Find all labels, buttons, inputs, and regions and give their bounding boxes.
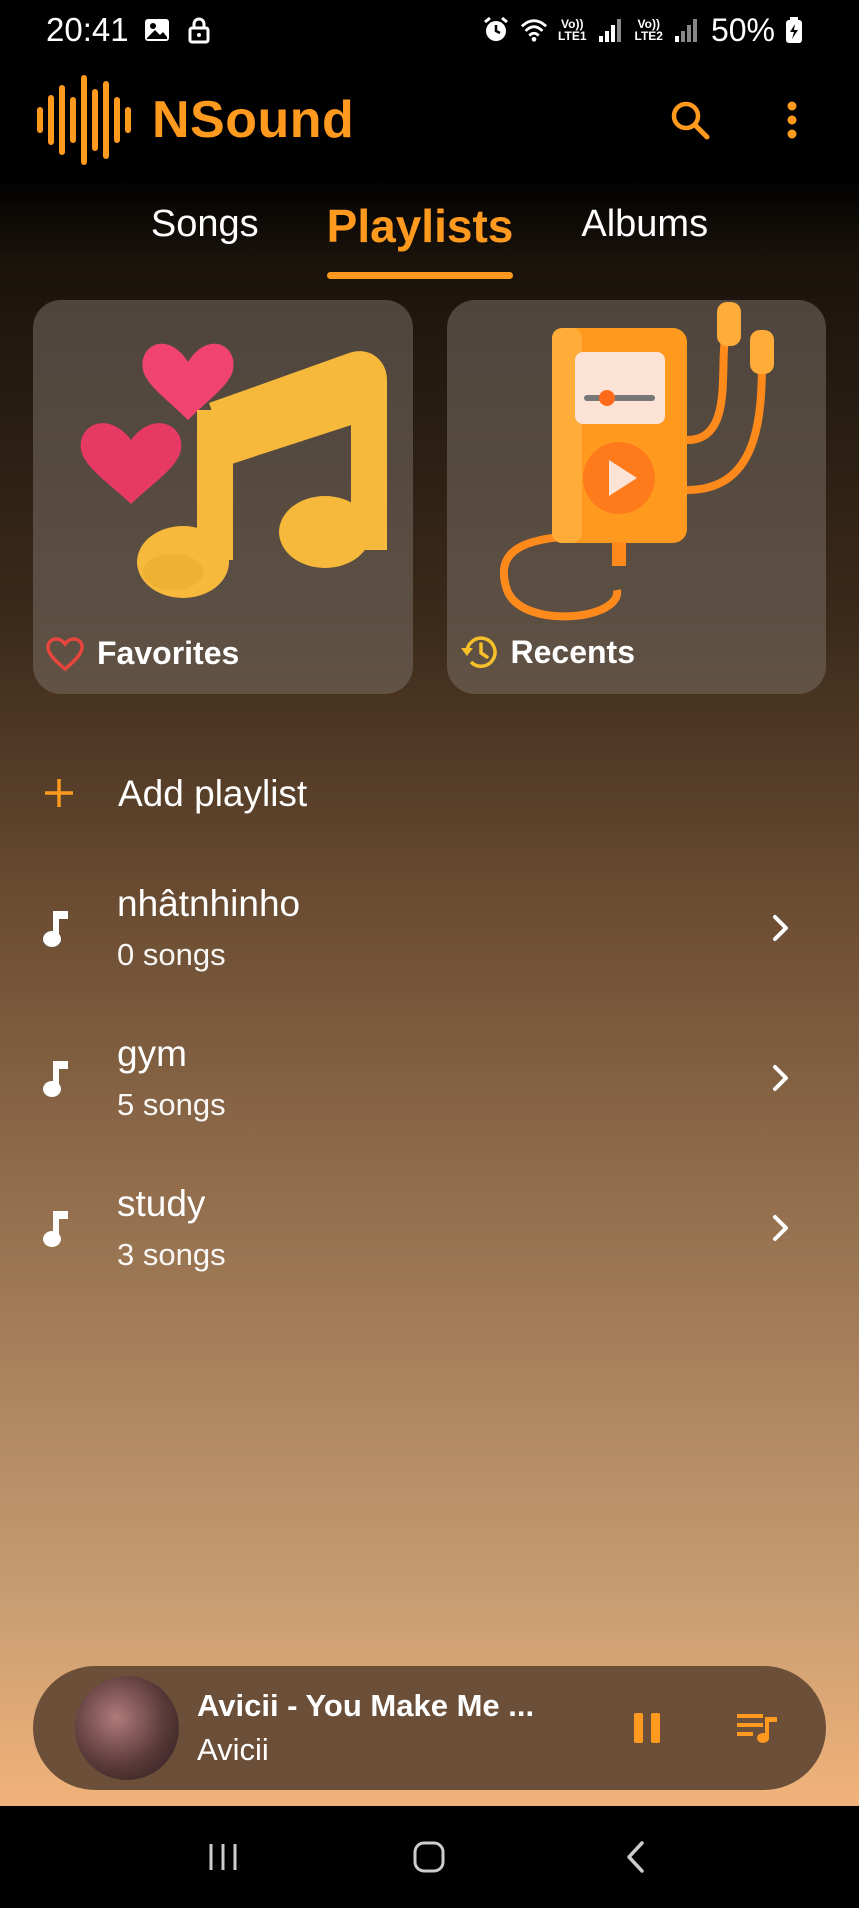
tab-albums[interactable]: Albums bbox=[581, 185, 708, 281]
wifi-icon bbox=[520, 16, 548, 44]
battery-percent: 50% bbox=[710, 11, 775, 48]
album-art bbox=[75, 1676, 179, 1780]
add-playlist-label: Add playlist bbox=[118, 773, 308, 814]
music-hearts-illustration bbox=[80, 343, 387, 598]
history-icon bbox=[460, 636, 497, 668]
add-playlist-button[interactable]: Add playlist bbox=[0, 735, 859, 853]
special-playlists: Favorites Recents bbox=[33, 300, 826, 694]
tab-bar: Songs Playlists Albums bbox=[0, 185, 859, 281]
more-options-button[interactable] bbox=[767, 95, 817, 145]
music-note-icon bbox=[42, 1207, 117, 1249]
recents-label: Recents bbox=[510, 633, 636, 670]
queue-button[interactable] bbox=[732, 1703, 782, 1753]
home-button[interactable] bbox=[404, 1832, 454, 1882]
favorites-label: Favorites bbox=[97, 635, 240, 671]
search-button[interactable] bbox=[665, 95, 715, 145]
more-vert-icon bbox=[787, 101, 797, 139]
favorites-card[interactable]: Favorites bbox=[33, 300, 413, 694]
playlist-item[interactable]: study 3 songs bbox=[0, 1153, 859, 1303]
playlist-name: nhâtnhinho bbox=[117, 883, 301, 924]
soundwave-logo-icon bbox=[34, 70, 138, 170]
music-note-icon bbox=[42, 1057, 117, 1099]
playlist-item[interactable]: gym 5 songs bbox=[0, 1003, 859, 1153]
playlist-count: 3 songs bbox=[117, 1237, 226, 1272]
battery-charging-icon bbox=[785, 16, 813, 44]
gallery-icon bbox=[143, 16, 171, 44]
playlist-count: 0 songs bbox=[117, 937, 226, 972]
queue-music-icon bbox=[737, 1714, 777, 1743]
app-title: NSound bbox=[152, 91, 355, 149]
search-icon bbox=[671, 101, 710, 140]
recents-card[interactable]: Recents bbox=[446, 300, 826, 694]
playlist-item[interactable]: nhâtnhinho 0 songs bbox=[0, 853, 859, 1003]
volte-lte1: Vo)) LTE1 bbox=[558, 17, 587, 43]
chevron-right-icon bbox=[765, 913, 795, 943]
music-player-illustration bbox=[499, 302, 774, 621]
status-bar: 20:41 Vo)) LTE1 Vo)) LTE2 50% bbox=[0, 0, 859, 60]
playlist-count: 5 songs bbox=[117, 1087, 226, 1122]
status-time: 20:41 bbox=[46, 11, 129, 48]
chevron-right-icon bbox=[765, 1213, 795, 1243]
lock-icon bbox=[185, 16, 213, 44]
app-header: NSound bbox=[0, 60, 859, 180]
signal-icon bbox=[597, 16, 625, 44]
pause-icon bbox=[634, 1713, 660, 1743]
volte-lte2: Vo)) LTE2 bbox=[634, 17, 663, 43]
pause-button[interactable] bbox=[622, 1703, 672, 1753]
tab-playlists[interactable]: Playlists bbox=[326, 185, 513, 281]
alarm-icon bbox=[482, 16, 510, 44]
plus-icon bbox=[42, 767, 118, 821]
playlist-name: study bbox=[117, 1183, 206, 1224]
heart-outline-icon bbox=[46, 636, 84, 671]
home-icon bbox=[413, 1841, 445, 1873]
tab-songs[interactable]: Songs bbox=[151, 185, 259, 281]
signal-icon-2 bbox=[673, 16, 701, 44]
now-playing-artist: Avicii bbox=[197, 1732, 269, 1767]
recent-apps-button[interactable] bbox=[198, 1832, 248, 1882]
music-note-icon bbox=[42, 907, 117, 949]
system-nav-bar bbox=[0, 1806, 859, 1908]
playlist-list: Add playlist nhâtnhinho 0 songs gym 5 so… bbox=[0, 735, 859, 1303]
mini-player[interactable]: Avicii - You Make Me ... Avicii bbox=[33, 1666, 826, 1790]
now-playing-title: Avicii - You Make Me ... bbox=[197, 1688, 535, 1723]
playlist-name: gym bbox=[117, 1033, 187, 1074]
chevron-right-icon bbox=[765, 1063, 795, 1093]
recent-apps-icon bbox=[209, 1844, 237, 1870]
back-icon bbox=[627, 1841, 644, 1873]
back-button[interactable] bbox=[611, 1832, 661, 1882]
